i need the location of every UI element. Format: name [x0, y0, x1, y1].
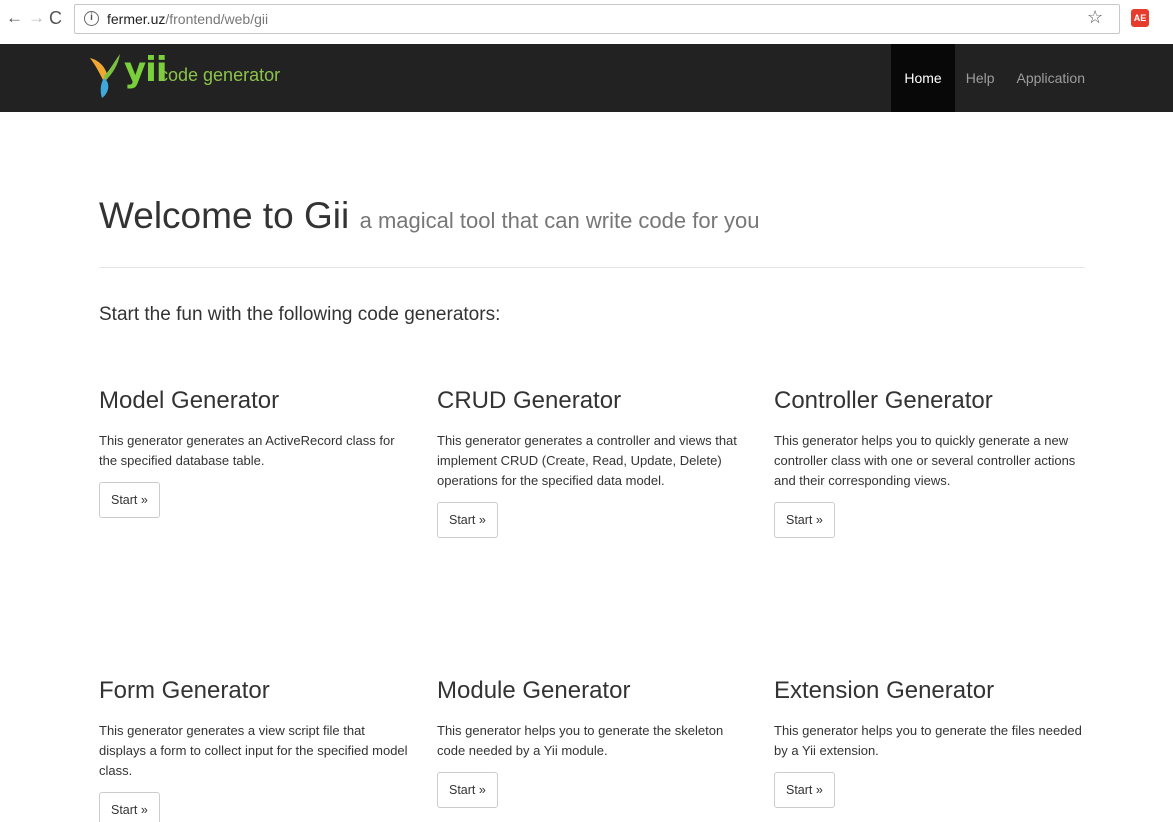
- generator-description: This generator generates an ActiveRecord…: [99, 433, 395, 468]
- yii-logo-icon: [90, 54, 120, 98]
- generator-card-extension: Extension Generator This generator helps…: [774, 677, 1094, 808]
- generator-title: Extension Generator: [774, 677, 995, 704]
- bookmark-star-icon[interactable]: ☆: [1087, 7, 1103, 28]
- generator-card-module: Module Generator This generator helps yo…: [437, 677, 757, 808]
- info-icon[interactable]: i: [84, 11, 99, 26]
- divider: [99, 267, 1085, 268]
- navbar-menu: Home Help Application: [891, 44, 1096, 112]
- address-bar[interactable]: i fermer.uz/frontend/web/gii: [74, 4, 1120, 34]
- generator-title: Controller Generator: [774, 387, 993, 414]
- extension-badge[interactable]: AE: [1131, 9, 1149, 27]
- page-title: Welcome to Gii: [99, 195, 350, 236]
- nav-item-home[interactable]: Home: [891, 44, 955, 112]
- start-button-crud[interactable]: Start »: [437, 502, 498, 538]
- start-button-model[interactable]: Start »: [99, 482, 160, 518]
- url-path: /frontend/web/gii: [165, 11, 269, 27]
- generator-description: This generator helps you to quickly gene…: [774, 433, 1076, 488]
- generator-description: This generator helps you to generate the…: [437, 723, 724, 758]
- start-button-form[interactable]: Start »: [99, 792, 160, 822]
- start-button-extension[interactable]: Start »: [774, 772, 835, 808]
- generator-card-form: Form Generator This generator generates …: [99, 677, 419, 822]
- url-text[interactable]: fermer.uz/frontend/web/gii: [107, 11, 268, 27]
- generator-card-crud: CRUD Generator This generator generates …: [437, 387, 757, 538]
- url-host: fermer.uz: [107, 11, 166, 27]
- generator-card-controller: Controller Generator This generator help…: [774, 387, 1094, 538]
- generator-title: Form Generator: [99, 677, 270, 704]
- generator-description: This generator generates a view script f…: [99, 723, 408, 778]
- top-navbar: yii code generator Home Help Application: [0, 44, 1173, 112]
- start-button-controller[interactable]: Start »: [774, 502, 835, 538]
- browser-toolbar: ← → C i fermer.uz/frontend/web/gii ☆ AE: [0, 0, 1173, 44]
- generator-description: This generator generates a controller an…: [437, 433, 737, 488]
- back-arrow-icon[interactable]: ←: [6, 8, 23, 28]
- generator-title: Module Generator: [437, 677, 631, 704]
- generator-description: This generator helps you to generate the…: [774, 723, 1082, 758]
- generator-title: Model Generator: [99, 387, 280, 414]
- page-header: Welcome to Gii a magical tool that can w…: [99, 195, 760, 237]
- page-subtitle: a magical tool that can write code for y…: [359, 208, 760, 233]
- nav-item-help[interactable]: Help: [955, 44, 1006, 112]
- brand-label: code generator: [159, 65, 281, 85]
- reload-icon[interactable]: C: [49, 8, 62, 28]
- nav-item-application[interactable]: Application: [1006, 44, 1097, 112]
- generator-title: CRUD Generator: [437, 387, 622, 414]
- generator-card-model: Model Generator This generator generates…: [99, 387, 419, 518]
- lead-text: Start the fun with the following code ge…: [99, 304, 501, 325]
- start-button-module[interactable]: Start »: [437, 772, 498, 808]
- forward-arrow-icon[interactable]: →: [28, 8, 45, 28]
